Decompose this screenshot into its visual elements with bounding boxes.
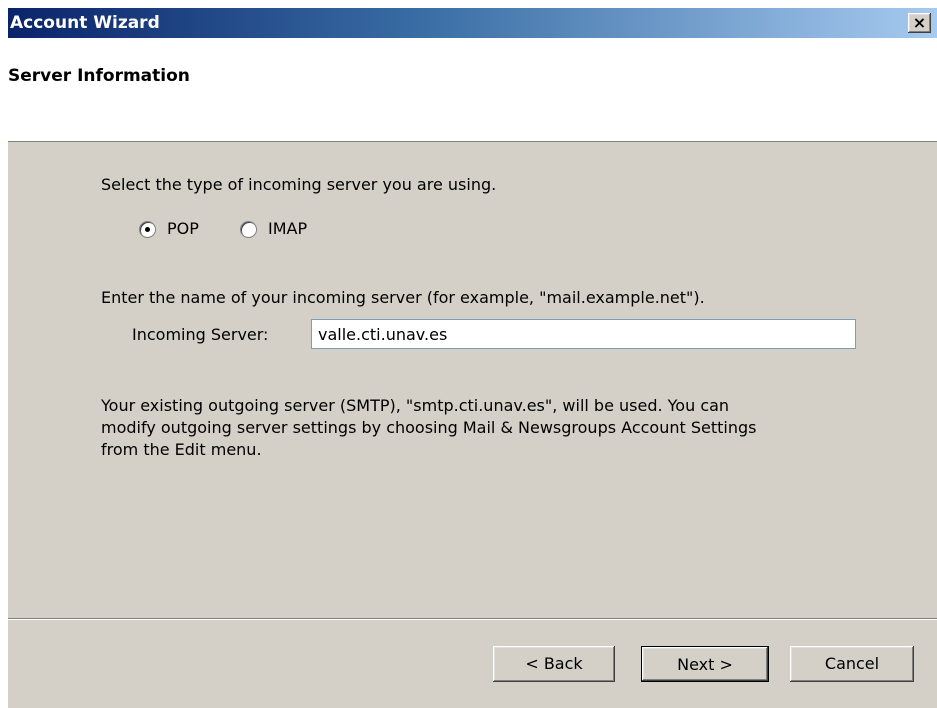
incoming-server-input[interactable] xyxy=(311,319,856,349)
pop-radio[interactable] xyxy=(139,221,156,238)
wizard-body: Select the type of incoming server you a… xyxy=(8,142,937,708)
incoming-server-label: Incoming Server: xyxy=(132,325,269,344)
info-line-1: Your existing outgoing server (SMTP), "s… xyxy=(101,396,730,415)
pop-radio-label[interactable]: POP xyxy=(167,219,199,239)
footer-divider xyxy=(8,618,937,620)
back-button[interactable]: < Back xyxy=(493,646,615,682)
imap-radio[interactable] xyxy=(240,221,257,238)
imap-radio-label[interactable]: IMAP xyxy=(268,219,307,239)
info-line-3: from the Edit menu. xyxy=(101,440,262,459)
next-button[interactable]: Next > xyxy=(641,646,769,682)
cancel-button[interactable]: Cancel xyxy=(790,646,914,682)
info-line-2: modify outgoing server settings by choos… xyxy=(101,418,757,437)
close-icon[interactable]: × xyxy=(908,13,931,33)
wizard-header: Server Information xyxy=(8,38,937,142)
title-bar: Account Wizard × xyxy=(8,8,937,38)
server-type-prompt: Select the type of incoming server you a… xyxy=(101,175,497,194)
window-title: Account Wizard xyxy=(10,13,160,33)
incoming-server-prompt: Enter the name of your incoming server (… xyxy=(101,288,705,307)
page-title: Server Information xyxy=(8,66,190,86)
